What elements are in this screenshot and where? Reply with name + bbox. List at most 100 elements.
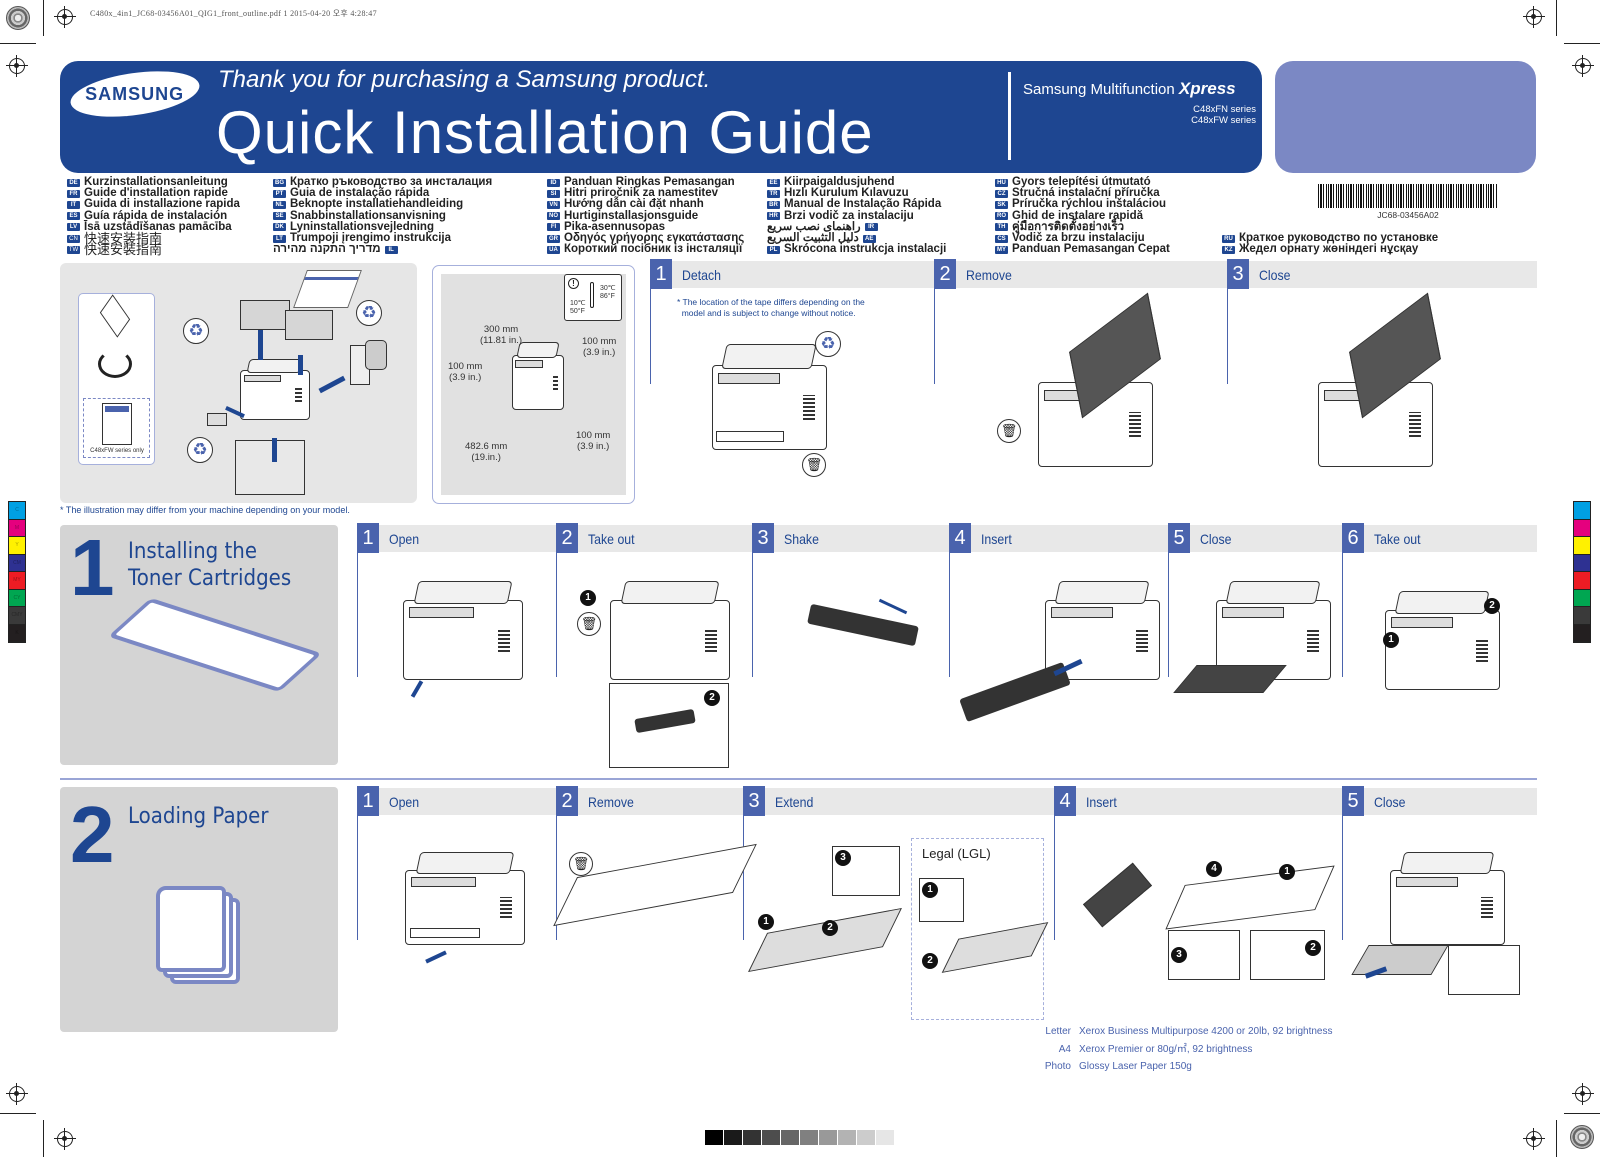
vent: [803, 395, 815, 420]
language-item-kz: KZ Жедел орнату жөніндегі нұсқау: [1222, 243, 1438, 256]
step-number: 1: [357, 522, 379, 553]
paper-ream-illustration: [1082, 862, 1153, 928]
step-5: 5 Close: [1342, 785, 1522, 816]
section2-number: 2: [70, 790, 115, 879]
language-title: Beknopte installatiehandleiding: [290, 198, 464, 211]
barcode-number: JC68-03456A02: [1377, 210, 1439, 220]
language-title: Príručka rýchlou inštaláciou: [1012, 198, 1167, 211]
paper-tray-illustration: [1165, 865, 1335, 930]
language-title: Panduan Pemasangan Cepat: [1012, 243, 1170, 256]
trash-icon: 🗑: [997, 419, 1021, 443]
callout-1: 1: [580, 590, 596, 606]
step-number: 1: [650, 258, 672, 289]
warning-icon: !: [568, 278, 579, 289]
language-code-badge: PT: [273, 189, 286, 198]
banner-divider: [1008, 72, 1011, 160]
step-number: 3: [1227, 258, 1249, 289]
paper-spec: Xerox Business Multipurpose 4200 or 20lb…: [1079, 1026, 1333, 1037]
language-item-my: MY Panduan Pemasangan Cepat: [995, 243, 1170, 256]
gray-patch: [800, 1130, 818, 1145]
fax-sheet-icon: [102, 403, 132, 445]
callout-1: 1: [1279, 864, 1295, 880]
scanner-lid: [1225, 580, 1322, 605]
language-code-badge: DK: [273, 223, 286, 232]
step-4: 4 Insert: [949, 522, 1129, 553]
step-number: 2: [934, 258, 956, 289]
step-number: 2: [556, 785, 578, 816]
language-code-badge: UA: [547, 245, 560, 254]
series-item: C48xFW series: [1191, 115, 1256, 126]
color-patch: [1574, 607, 1590, 625]
vent: [1481, 896, 1493, 919]
control-panel: [410, 876, 476, 888]
tape-location-note: * The location of the tape differs depen…: [677, 297, 865, 318]
step-label: Open: [389, 793, 420, 810]
clearance-back-right: 100 mm (3.9 in.): [576, 430, 611, 452]
step-separator: [1342, 815, 1343, 940]
step-label: Remove: [588, 793, 634, 810]
color-patch: [1574, 519, 1590, 537]
step-number: 5: [1342, 785, 1364, 816]
paper-stack-icon: [156, 886, 226, 972]
control-panel: [717, 372, 780, 385]
step-number: 1: [357, 785, 379, 816]
vent: [705, 628, 718, 652]
pull-arrow-icon: [425, 950, 447, 964]
recycle-icon: ♻: [356, 300, 382, 326]
product-line-text: Samsung Multifunction: [1023, 81, 1175, 98]
step-2: 2 Remove: [556, 785, 736, 816]
language-code-badge: RU: [1222, 234, 1235, 243]
section1-title: Installing the Toner Cartridges: [128, 539, 292, 591]
color-bar-left: C M Y CM MY CY CMY K: [8, 501, 26, 643]
language-title: 快速安裝指南: [84, 242, 163, 258]
step-number: 4: [1054, 785, 1076, 816]
packing-foam-top: [285, 310, 333, 340]
color-patch: [1574, 537, 1590, 555]
temp-high-f: 86°F: [600, 293, 615, 300]
setup-step-2: 2 Remove: [934, 258, 1214, 289]
registration-mark-icon: [1523, 6, 1545, 28]
language-code-badge: MY: [995, 245, 1008, 254]
step-3: 3 Shake: [752, 522, 932, 553]
language-title: Жедел орнату жөніндегі нұсқау: [1239, 243, 1419, 256]
printer-illustration: [610, 580, 730, 680]
paper-specs: Letter Xerox Business Multipurpose 4200 o…: [1035, 1023, 1333, 1076]
language-code-badge: CZ: [995, 189, 1008, 198]
step-label: Take out: [1374, 530, 1421, 547]
language-code-badge: AE: [862, 234, 876, 243]
clearance-top: 300 mm (11.81 in.): [480, 324, 523, 346]
detail-inset: [1448, 945, 1520, 995]
crop-mark: [0, 1113, 36, 1114]
header-side-panel: [1275, 61, 1536, 173]
language-title: Короткий посібник із інсталяції: [564, 243, 743, 256]
barcode: [1318, 184, 1498, 208]
vent: [553, 374, 558, 391]
step-label: Close: [1200, 530, 1232, 547]
trash-icon: 🗑: [569, 852, 593, 876]
trash-icon: 🗑: [802, 453, 826, 477]
language-code-badge: ID: [547, 178, 560, 187]
gray-patch: [876, 1130, 894, 1145]
language-title: Guida di installazione rapida: [84, 198, 240, 211]
vent: [1307, 628, 1319, 652]
clearance-front: 482.6 mm (19.in.): [465, 441, 508, 463]
printer-illustration: [712, 344, 827, 450]
registration-mark-icon: [1572, 55, 1594, 77]
trash-icon: 🗑: [577, 612, 601, 636]
logo-text: SAMSUNG: [85, 83, 185, 104]
paper-spec-row: A4 Xerox Premier or 80g/㎡, 92 brightness: [1035, 1041, 1332, 1059]
gray-patch: [857, 1130, 875, 1145]
language-code-badge: LV: [67, 223, 80, 232]
illustration-disclaimer: * The illustration may differ from your …: [60, 505, 350, 515]
language-code-badge: CS: [995, 234, 1008, 243]
step-separator: [934, 288, 935, 384]
temp-low-c: 10℃: [570, 300, 586, 307]
color-patch: [1574, 554, 1590, 572]
setup-step-1: 1 Detach: [650, 258, 930, 289]
paper-size: A4: [1058, 1043, 1071, 1055]
step-label: Shake: [784, 530, 819, 547]
color-patch: [1574, 589, 1590, 607]
step-number: 5: [1168, 522, 1190, 553]
control-panel: [408, 607, 474, 619]
step-separator: [743, 815, 744, 940]
